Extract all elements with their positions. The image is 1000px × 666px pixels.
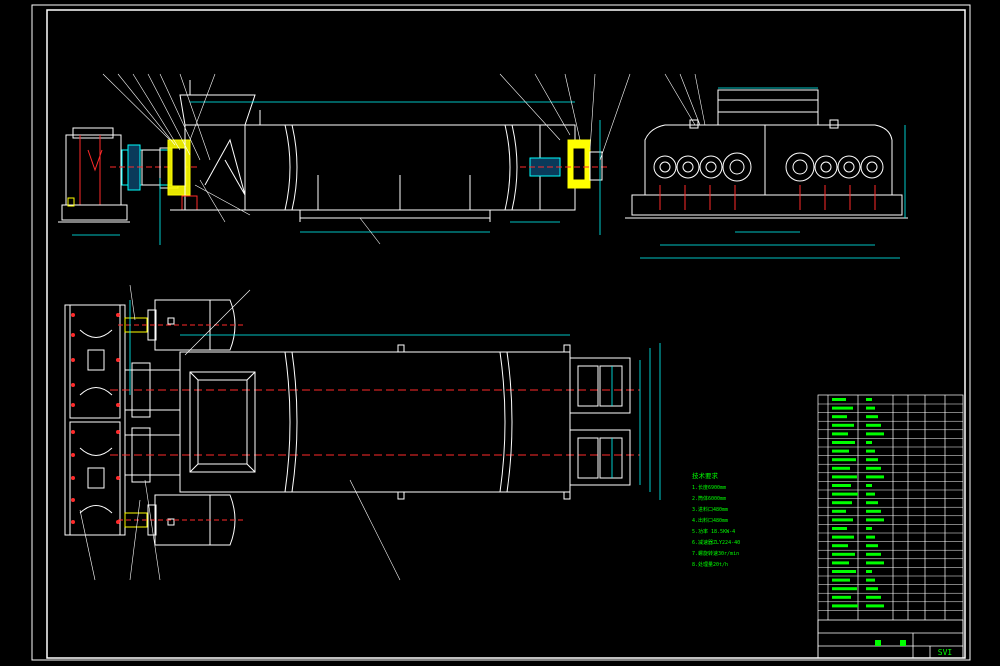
parts-list-spec-mark <box>866 578 875 582</box>
technical-note-line: 5.功率 18.5KW-4 <box>692 528 735 535</box>
parts-list-entry-mark <box>832 441 855 444</box>
parts-list-spec-mark <box>866 466 881 470</box>
discharge-outlets-plan <box>569 357 631 486</box>
parts-list-entry-mark <box>832 587 857 591</box>
technical-note-line: 4.出料口480mm <box>692 517 728 524</box>
gearbox-side-view <box>58 127 130 223</box>
parts-list-spec-mark <box>866 449 875 453</box>
parts-list-entry-mark <box>832 423 854 427</box>
motor-bottom <box>118 494 245 546</box>
parts-list-entry-mark <box>832 475 857 479</box>
parts-list-spec-mark <box>866 441 872 444</box>
parts-list-spec-mark <box>866 492 875 496</box>
parts-list-entry-mark <box>832 406 853 410</box>
parts-list-spec-mark <box>866 570 872 573</box>
parts-list-entry-mark <box>832 527 847 530</box>
parts-list-spec-mark <box>866 561 884 565</box>
parts-list-entry-mark <box>832 466 850 470</box>
parts-list-entry-mark <box>832 432 848 436</box>
parts-list-spec-mark <box>866 432 884 436</box>
parts-list-entry-mark <box>832 449 849 453</box>
elevation-dimensions <box>72 101 601 245</box>
parts-list-entry-mark <box>832 561 849 565</box>
end-view-red-marks <box>659 185 876 210</box>
screw-trough-elevation <box>240 110 575 222</box>
parts-list-entry-mark <box>832 509 846 513</box>
parts-list-entry-mark <box>832 578 850 582</box>
gear-circles <box>653 152 884 182</box>
parts-list-spec-mark <box>866 415 878 419</box>
parts-list-spec-mark <box>866 527 872 530</box>
parts-list-entry-mark <box>832 552 855 556</box>
discharge-end-housing <box>520 124 610 211</box>
parts-list-spec-mark <box>866 475 884 479</box>
parts-list-entry-mark <box>832 604 858 608</box>
parts-list-entry-mark <box>832 501 852 505</box>
gearbox-end-view <box>625 89 908 219</box>
part-leaders-plan <box>79 284 401 581</box>
parts-list-spec-mark <box>866 535 875 539</box>
parts-list-spec-mark <box>866 587 878 591</box>
parts-list-entry-mark <box>832 570 856 573</box>
parts-list-spec-mark <box>866 518 884 522</box>
parts-list-spec-mark <box>866 501 878 505</box>
end-view-dimensions <box>640 87 906 259</box>
title-block-label: SVI <box>938 648 953 657</box>
parts-list-entry-mark <box>832 518 853 522</box>
parts-list-entry-mark <box>832 484 851 487</box>
parts-list-spec-mark <box>866 423 881 427</box>
parts-list-entry-mark <box>832 535 854 539</box>
parts-list-spec-mark <box>866 458 878 462</box>
trough-plan-view <box>179 344 571 500</box>
parts-list-spec-mark <box>866 544 878 548</box>
parts-list-spec-mark <box>866 509 881 513</box>
technical-note-line: 1.长度6900mm <box>692 484 726 491</box>
parts-list-spec-mark <box>866 406 875 410</box>
drawing-frame <box>31 4 971 661</box>
technical-notes: 技术要求 1.长度6900mm 2.筒体6000mm 3.进料口480mm 4.出料口4… <box>692 471 740 568</box>
parts-list-spec-mark <box>866 398 872 401</box>
parts-list-entry-mark <box>832 544 848 548</box>
parts-list-entry-mark <box>832 458 856 462</box>
parts-list-entry-mark <box>832 492 858 496</box>
parts-list-spec-mark <box>866 604 884 608</box>
parts-list-spec-mark <box>866 484 872 487</box>
cad-drawing-canvas: SVI 技术要求 1.长度6900mm 2.筒体6000mm 3.进料口480mm 4.… <box>31 4 971 661</box>
technical-note-line: 7.螺旋转速30r/min <box>692 550 739 557</box>
technical-note-line: 2.筒体6000mm <box>692 495 726 502</box>
technical-note-line: 技术要求 <box>692 471 719 480</box>
parts-list-entry-mark <box>832 415 847 419</box>
parts-list-spec-mark <box>866 595 881 599</box>
technical-note-line: 3.进料口480mm <box>692 506 728 513</box>
part-leaders-end-view <box>664 73 706 126</box>
motor-top <box>118 299 245 351</box>
parts-list-entry-mark <box>832 398 846 401</box>
feed-end-housing <box>167 80 290 211</box>
technical-note-line: 8.处理量20t/h <box>692 561 728 568</box>
parts-list-spec-mark <box>866 552 881 556</box>
technical-note-line: 6.减速器ZLY224-40 <box>692 539 740 546</box>
parts-list-entry-mark <box>832 595 851 599</box>
